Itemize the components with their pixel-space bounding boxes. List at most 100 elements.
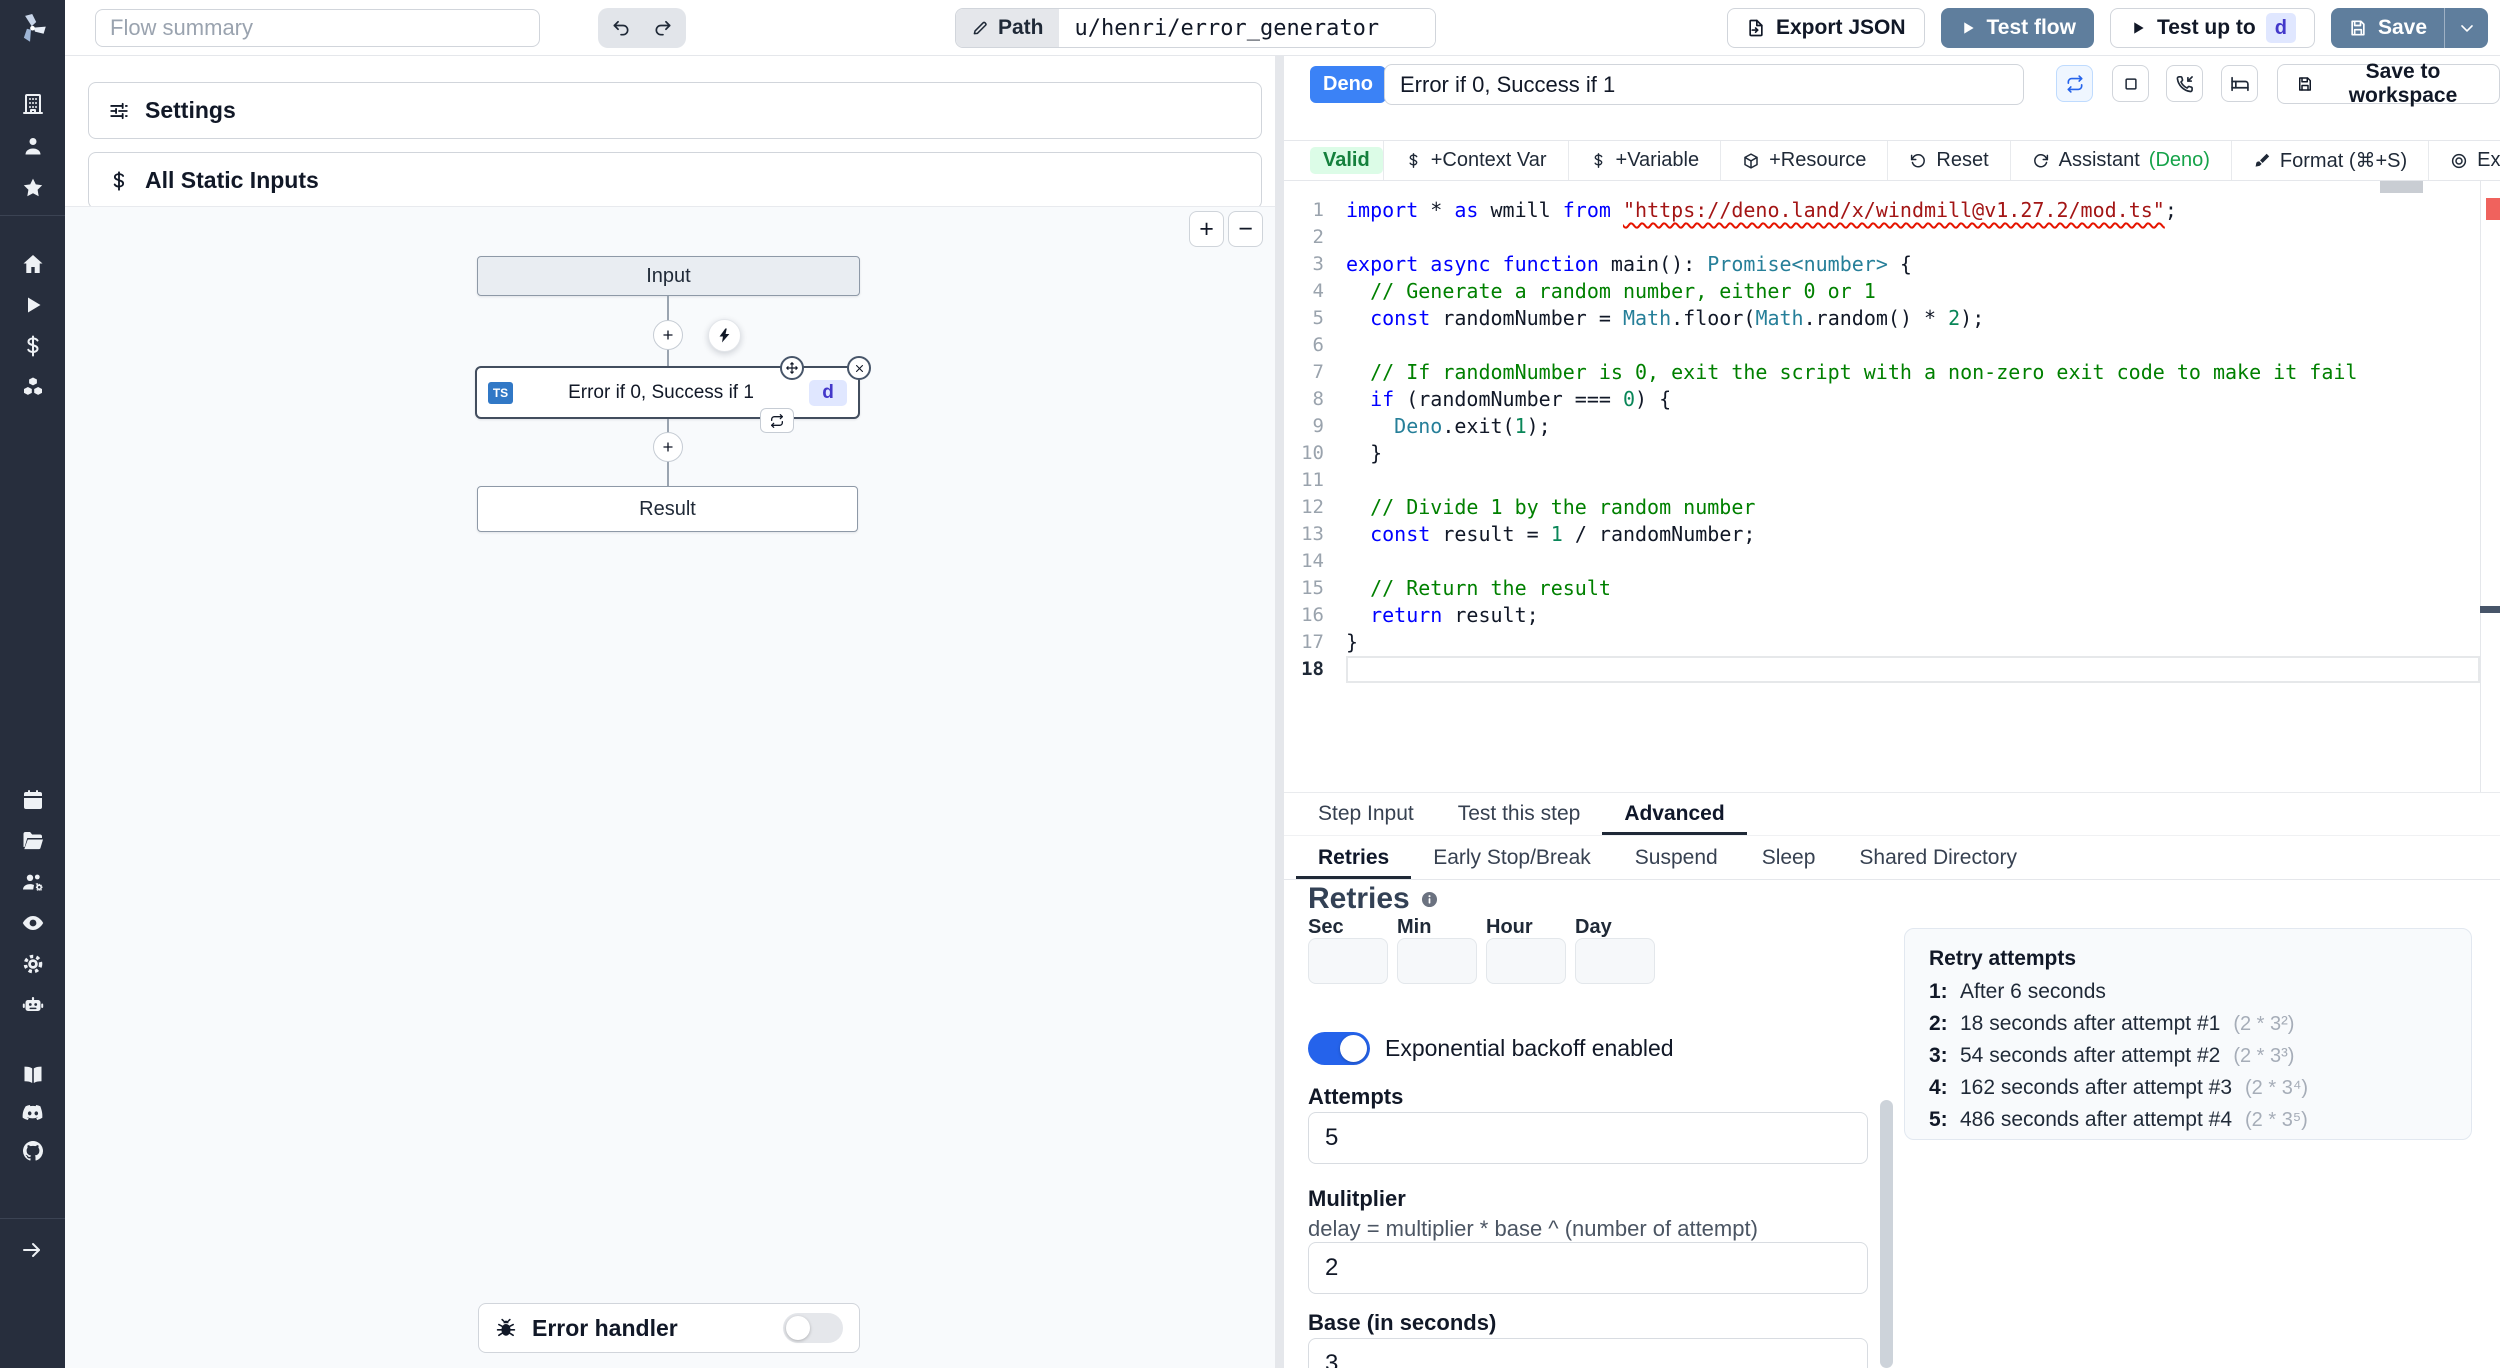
sleep-button[interactable] xyxy=(2221,65,2258,102)
flow-settings-button[interactable]: Settings xyxy=(88,82,1262,139)
zoom-in-button[interactable]: + xyxy=(1189,211,1224,247)
add-resource-button[interactable]: +Resource xyxy=(1720,141,1887,180)
square-outline-button[interactable] xyxy=(2112,65,2149,102)
sidebar-divider xyxy=(0,215,65,216)
multiplier-input[interactable] xyxy=(1308,1242,1868,1294)
test-up-to-button[interactable]: Test up to d xyxy=(2109,8,2315,48)
step-node-title: Error if 0, Success if 1 xyxy=(568,381,754,403)
all-static-inputs-button[interactable]: All Static Inputs xyxy=(88,152,1262,209)
subtab-shared-directory[interactable]: Shared Directory xyxy=(1837,836,2039,879)
windmill-logo-icon[interactable] xyxy=(14,10,51,47)
home-icon[interactable] xyxy=(21,252,45,276)
retries-scrollbar[interactable] xyxy=(1880,1100,1893,1368)
trigger-button[interactable] xyxy=(708,319,741,352)
min-input[interactable] xyxy=(1397,938,1477,984)
subtab-sleep[interactable]: Sleep xyxy=(1740,836,1838,879)
save-button[interactable]: Save xyxy=(2330,8,2444,48)
result-node[interactable]: Result xyxy=(477,486,858,532)
flow-graph-canvas[interactable]: + − Input TS Error if 0, Success if 1 d … xyxy=(65,206,1275,1368)
retry-attempt-item: 3: 54 seconds after attempt #2 (2 * 3³) xyxy=(1929,1044,2295,1067)
sync-step-button[interactable] xyxy=(2056,65,2093,102)
format-button[interactable]: Format (⌘+S) xyxy=(2230,141,2428,180)
calendar-icon[interactable] xyxy=(21,788,45,812)
editor-toolbar: Valid +Context Var +Variable +Resource R… xyxy=(1284,140,2500,181)
day-input[interactable] xyxy=(1575,938,1655,984)
retry-attempt-item: 2: 18 seconds after attempt #1 (2 * 3²) xyxy=(1929,1012,2295,1035)
dollar-icon xyxy=(108,170,130,192)
input-node[interactable]: Input xyxy=(477,256,860,296)
subtab-retries[interactable]: Retries xyxy=(1296,836,1411,879)
attempts-label: Attempts xyxy=(1308,1084,1404,1109)
redo-button[interactable] xyxy=(646,13,680,43)
delete-step-button[interactable] xyxy=(847,356,871,380)
export-json-button[interactable]: Export JSON xyxy=(1726,8,1925,48)
discord-icon[interactable] xyxy=(21,1101,45,1125)
tab-test-this-step[interactable]: Test this step xyxy=(1436,793,1603,835)
play-icon[interactable] xyxy=(21,293,45,317)
add-variable-button[interactable]: +Variable xyxy=(1567,141,1721,180)
undo-button[interactable] xyxy=(604,13,638,43)
expand-sidebar-button[interactable] xyxy=(20,1238,44,1262)
add-context-var-button[interactable]: +Context Var xyxy=(1382,141,1568,180)
github-icon[interactable] xyxy=(21,1139,45,1163)
dollar-icon[interactable] xyxy=(21,334,45,358)
code-editor[interactable]: 1 import * as wmill from "https://deno.la… xyxy=(1284,181,2500,792)
backoff-toggle-label: Exponential backoff enabled xyxy=(1385,1035,1674,1061)
step-title-input[interactable] xyxy=(1384,64,2024,105)
undo-icon xyxy=(611,18,631,38)
robot-icon[interactable] xyxy=(21,993,45,1017)
eye-icon[interactable] xyxy=(21,911,45,935)
editor-scrollbar-thumb[interactable] xyxy=(2480,606,2500,613)
user-icon[interactable] xyxy=(21,134,45,158)
add-step-button[interactable] xyxy=(653,320,683,350)
save-split-button: Save xyxy=(2330,8,2488,48)
rotate-ccw-icon xyxy=(1909,152,1927,170)
zoom-out-button[interactable]: − xyxy=(1228,211,1263,247)
phone-incoming-button[interactable] xyxy=(2166,65,2203,102)
star-icon[interactable] xyxy=(21,176,45,200)
subtab-suspend[interactable]: Suspend xyxy=(1613,836,1740,879)
panel-splitter[interactable] xyxy=(1275,56,1284,1368)
step-tabs: Step Input Test this step Advanced xyxy=(1284,792,2500,836)
code-line: 3 export async function main(): Promise<n… xyxy=(1312,252,1912,276)
attempts-input[interactable] xyxy=(1308,1112,1868,1164)
tab-step-input[interactable]: Step Input xyxy=(1296,793,1436,835)
base-label: Base (in seconds) xyxy=(1308,1310,1497,1335)
plus-icon xyxy=(660,327,676,343)
base-input[interactable] xyxy=(1308,1338,1868,1368)
repeat-icon xyxy=(2065,74,2085,94)
gear-icon[interactable] xyxy=(21,952,45,976)
hour-input[interactable] xyxy=(1486,938,1566,984)
folder-icon[interactable] xyxy=(21,829,45,853)
assistant-button[interactable]: Assistant (Deno) xyxy=(2009,141,2231,180)
building-icon[interactable] xyxy=(21,92,45,116)
save-dropdown-button[interactable] xyxy=(2444,8,2488,48)
users-gear-icon[interactable] xyxy=(21,870,45,894)
backoff-toggle[interactable] xyxy=(1308,1032,1370,1065)
explore-scripts-button[interactable]: Explore other s xyxy=(2428,141,2500,180)
dollar-icon xyxy=(1405,152,1422,169)
error-handler-box[interactable]: Error handler xyxy=(478,1303,860,1353)
flow-summary-input[interactable] xyxy=(95,9,540,47)
subtab-early-stop[interactable]: Early Stop/Break xyxy=(1411,836,1613,879)
move-step-handle[interactable] xyxy=(780,356,804,380)
code-line: 11 xyxy=(1301,469,1324,491)
test-flow-button[interactable]: Test flow xyxy=(1940,8,2094,48)
error-handler-toggle[interactable] xyxy=(783,1313,843,1343)
cubes-icon[interactable] xyxy=(21,375,45,399)
path-input[interactable] xyxy=(1058,9,1435,47)
move-icon xyxy=(785,361,799,375)
sec-input[interactable] xyxy=(1308,938,1388,984)
reset-button[interactable]: Reset xyxy=(1887,141,2009,180)
step-id-badge: d xyxy=(2265,13,2296,43)
book-icon[interactable] xyxy=(21,1063,45,1087)
info-icon[interactable] xyxy=(1420,890,1439,909)
repeat-step-button[interactable] xyxy=(760,408,794,433)
min-label: Min xyxy=(1397,916,1432,938)
phone-incoming-icon xyxy=(2175,74,2195,94)
save-to-workspace-button[interactable]: Save to workspace xyxy=(2277,60,2500,107)
code-line: 2 xyxy=(1312,226,1324,248)
add-variable-label: +Variable xyxy=(1615,149,1700,171)
tab-advanced[interactable]: Advanced xyxy=(1602,793,1746,835)
add-step-button[interactable] xyxy=(653,432,683,462)
